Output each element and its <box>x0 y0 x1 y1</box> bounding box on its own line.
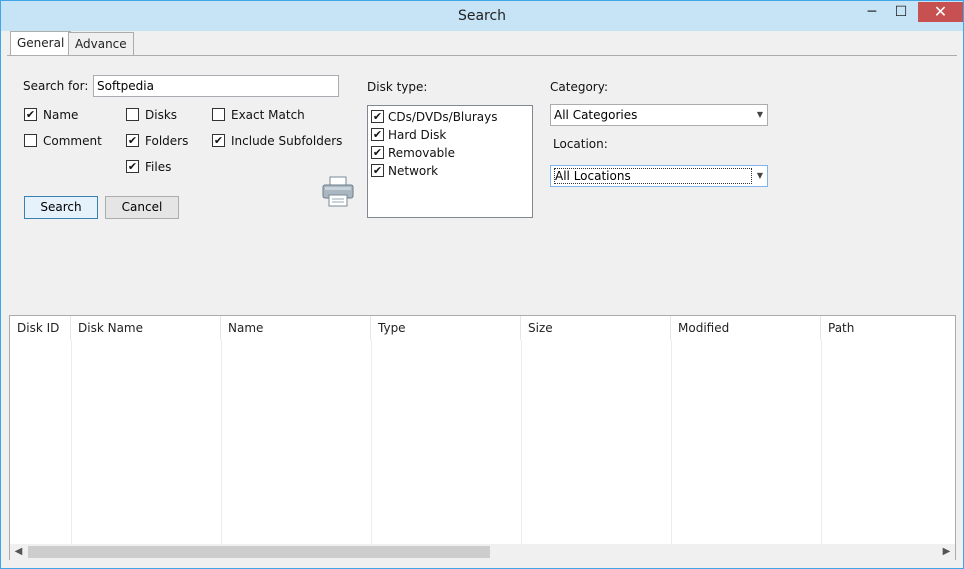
disk-type-checkbox[interactable]: ✔ <box>371 164 384 177</box>
column-header-modified[interactable]: Modified <box>671 316 821 340</box>
category-dropdown[interactable]: All Categories ▼ <box>550 104 768 126</box>
tab-general[interactable]: General <box>10 31 72 56</box>
column-header-disk-id[interactable]: Disk ID <box>10 316 71 340</box>
category-value: All Categories <box>554 108 638 122</box>
location-value: All Locations <box>554 168 752 184</box>
column-divider <box>371 340 372 544</box>
checkbox-files-label: Files <box>145 160 172 174</box>
window-title: Search <box>457 8 507 24</box>
disk-type-label-removable: Removable <box>388 146 456 160</box>
checkbox-include-subfolders-label: Include Subfolders <box>231 134 343 148</box>
column-divider <box>221 340 222 544</box>
search-input[interactable]: Softpedia <box>93 75 339 97</box>
checkbox-name-box[interactable]: ✔ <box>24 108 37 121</box>
column-header-path[interactable]: Path <box>821 316 955 340</box>
checkbox-include-subfolders-box[interactable]: ✔ <box>212 134 225 147</box>
cancel-button[interactable]: Cancel <box>105 196 179 219</box>
scrollbar-thumb[interactable] <box>28 546 490 558</box>
checkbox-disks-label: Disks <box>145 108 178 122</box>
printer-icon[interactable] <box>322 176 354 208</box>
disk-type-list[interactable]: ✔ CDs/DVDs/Blurays ✔ Hard Disk ✔ Removab… <box>367 105 533 218</box>
column-header-size[interactable]: Size <box>521 316 671 340</box>
disk-type-checkbox[interactable]: ✔ <box>371 110 384 123</box>
chevron-down-icon: ▼ <box>756 171 763 180</box>
disk-type-checkbox[interactable]: ✔ <box>371 128 384 141</box>
checkbox-files-box[interactable]: ✔ <box>126 160 139 173</box>
search-for-label: Search for: <box>23 79 89 93</box>
disk-type-label-cds: CDs/DVDs/Blurays <box>388 110 498 124</box>
chevron-down-icon: ▼ <box>756 110 763 119</box>
column-divider <box>821 340 822 544</box>
results-table[interactable]: Disk ID Disk Name Name Type Size Modifie… <box>9 315 956 560</box>
location-dropdown[interactable]: All Locations ▼ <box>550 165 768 187</box>
close-button[interactable]: ✕ <box>918 2 963 22</box>
checkbox-folders-box[interactable]: ✔ <box>126 134 139 147</box>
checkbox-comment-box[interactable] <box>24 134 37 147</box>
column-header-type[interactable]: Type <box>371 316 521 340</box>
search-window: Search ─ ☐ ✕ General Advance Search for:… <box>0 0 964 569</box>
column-header-disk-name[interactable]: Disk Name <box>71 316 221 340</box>
disk-type-label-network: Network <box>388 164 439 178</box>
checkbox-name-label: Name <box>43 108 79 122</box>
disk-type-label-hard-disk: Hard Disk <box>388 128 447 142</box>
disk-type-checkbox[interactable]: ✔ <box>371 146 384 159</box>
column-divider <box>521 340 522 544</box>
category-label: Category: <box>550 80 608 94</box>
minimize-button[interactable]: ─ <box>858 2 886 22</box>
scroll-right-icon[interactable]: ▶ <box>938 544 955 560</box>
column-divider <box>71 340 72 544</box>
maximize-button[interactable]: ☐ <box>887 2 915 22</box>
tab-advance[interactable]: Advance <box>68 32 134 55</box>
scroll-left-icon[interactable]: ◀ <box>10 544 27 560</box>
disk-type-label: Disk type: <box>367 80 428 94</box>
horizontal-scrollbar[interactable]: ◀ ▶ <box>10 544 955 560</box>
checkbox-comment-label: Comment <box>43 134 102 148</box>
checkbox-exact-match-label: Exact Match <box>231 108 305 122</box>
column-divider <box>671 340 672 544</box>
checkbox-exact-match-box[interactable] <box>212 108 225 121</box>
location-label: Location: <box>553 137 608 151</box>
search-button[interactable]: Search <box>24 196 98 219</box>
checkbox-disks-box[interactable] <box>126 108 139 121</box>
checkbox-folders-label: Folders <box>145 134 189 148</box>
column-header-name[interactable]: Name <box>221 316 371 340</box>
